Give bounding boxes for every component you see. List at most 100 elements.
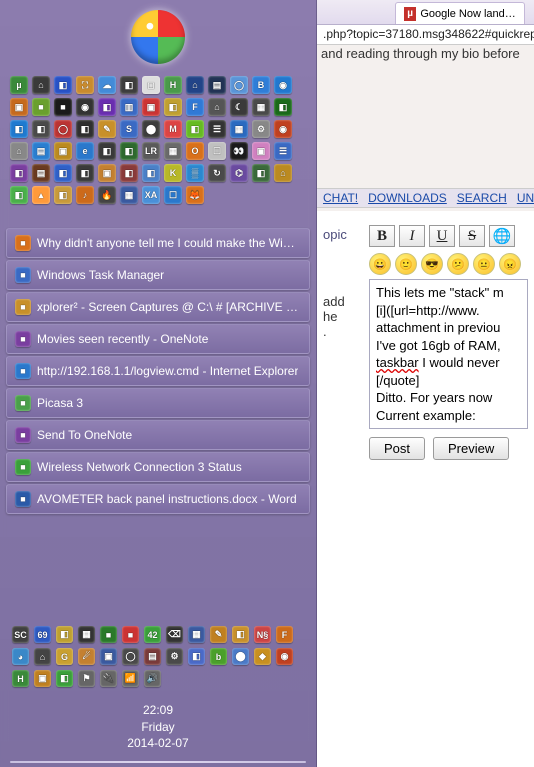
app-shortcut-8[interactable]: ⌂ <box>186 76 204 94</box>
tray-icon-12[interactable]: F <box>276 626 293 643</box>
tray-icon-14[interactable]: ⌂ <box>34 648 51 665</box>
app-shortcut-33[interactable]: M <box>164 120 182 138</box>
tray-icon-29[interactable]: ⚑ <box>78 670 95 687</box>
app-shortcut-4[interactable]: ☁ <box>98 76 116 94</box>
app-shortcut-42[interactable]: e <box>76 142 94 160</box>
app-shortcut-67[interactable]: ◧ <box>54 186 72 204</box>
app-shortcut-53[interactable]: ▤ <box>32 164 50 182</box>
tray-icon-16[interactable]: ☄ <box>78 648 95 665</box>
window-item-6[interactable]: ■Send To OneNote <box>6 420 310 450</box>
emoticon-1[interactable]: 🙂 <box>395 253 417 275</box>
tray-icon-18[interactable]: ◯ <box>122 648 139 665</box>
app-shortcut-34[interactable]: ◧ <box>186 120 204 138</box>
app-shortcut-10[interactable]: ◯ <box>230 76 248 94</box>
app-shortcut-28[interactable]: ◯ <box>54 120 72 138</box>
app-shortcut-38[interactable]: ◉ <box>274 120 292 138</box>
format-btn-bold[interactable]: B <box>369 225 395 247</box>
app-shortcut-30[interactable]: ✎ <box>98 120 116 138</box>
app-shortcut-45[interactable]: LR <box>142 142 160 160</box>
windows-orb-icon[interactable] <box>131 10 185 64</box>
app-shortcut-46[interactable]: ▦ <box>164 142 182 160</box>
app-shortcut-56[interactable]: ▣ <box>98 164 116 182</box>
app-shortcut-71[interactable]: XA <box>142 186 160 204</box>
post-editor[interactable]: This lets me "stack" m[i]([url=http://ww… <box>369 279 528 429</box>
app-shortcut-69[interactable]: 🔥 <box>98 186 116 204</box>
app-shortcut-2[interactable]: ◧ <box>54 76 72 94</box>
emoticon-0[interactable]: 😀 <box>369 253 391 275</box>
tray-icon-25[interactable]: ◉ <box>276 648 293 665</box>
tray-icon-1[interactable]: 69 <box>34 626 51 643</box>
tray-icon-10[interactable]: ◧ <box>232 626 249 643</box>
app-shortcut-61[interactable]: ↻ <box>208 164 226 182</box>
app-shortcut-27[interactable]: ◧ <box>32 120 50 138</box>
tray-icon-27[interactable]: ▣ <box>34 670 51 687</box>
tray-icon-2[interactable]: ◧ <box>56 626 73 643</box>
tray-icon-24[interactable]: ◆ <box>254 648 271 665</box>
app-shortcut-63[interactable]: ◧ <box>252 164 270 182</box>
preview-button[interactable]: Preview <box>433 437 509 460</box>
app-shortcut-5[interactable]: ◧ <box>120 76 138 94</box>
emoticon-5[interactable]: 😠 <box>499 253 521 275</box>
emoticon-4[interactable]: 😐 <box>473 253 495 275</box>
tray-icon-8[interactable]: ▦ <box>188 626 205 643</box>
app-shortcut-48[interactable]: ☐ <box>208 142 226 160</box>
app-shortcut-65[interactable]: ◧ <box>10 186 28 204</box>
tray-icon-5[interactable]: ■ <box>122 626 139 643</box>
app-shortcut-66[interactable]: ▴ <box>32 186 50 204</box>
app-shortcut-44[interactable]: ◧ <box>120 142 138 160</box>
tray-icon-31[interactable]: 📶 <box>122 670 139 687</box>
tray-icon-15[interactable]: G <box>56 648 73 665</box>
tray-icon-20[interactable]: ⚙ <box>166 648 183 665</box>
app-shortcut-23[interactable]: ☾ <box>230 98 248 116</box>
nav-link-search[interactable]: SEARCH <box>457 191 507 205</box>
tray-icon-0[interactable]: SC <box>12 626 29 643</box>
app-shortcut-43[interactable]: ◧ <box>98 142 116 160</box>
address-bar[interactable]: .php?topic=37180.msg348622#quickreply <box>317 25 534 45</box>
tray-icon-23[interactable]: ⬤ <box>232 648 249 665</box>
app-shortcut-55[interactable]: ◧ <box>76 164 94 182</box>
app-shortcut-47[interactable]: O <box>186 142 204 160</box>
format-btn-strike[interactable]: S <box>459 225 485 247</box>
app-shortcut-62[interactable]: ⌬ <box>230 164 248 182</box>
app-shortcut-15[interactable]: ■ <box>54 98 72 116</box>
app-shortcut-20[interactable]: ◧ <box>164 98 182 116</box>
app-shortcut-32[interactable]: ⬤ <box>142 120 160 138</box>
app-shortcut-35[interactable]: ☰ <box>208 120 226 138</box>
app-shortcut-73[interactable]: 🦊 <box>186 186 204 204</box>
app-shortcut-59[interactable]: K <box>164 164 182 182</box>
window-item-5[interactable]: ■Picasa 3 <box>6 388 310 418</box>
app-shortcut-13[interactable]: ▣ <box>10 98 28 116</box>
browser-tab[interactable]: µ Google Now lands o... <box>395 2 525 24</box>
app-shortcut-40[interactable]: ▤ <box>32 142 50 160</box>
tray-icon-4[interactable]: ■ <box>100 626 117 643</box>
app-shortcut-19[interactable]: ▣ <box>142 98 160 116</box>
window-item-3[interactable]: ■Movies seen recently - OneNote <box>6 324 310 354</box>
app-shortcut-36[interactable]: ▦ <box>230 120 248 138</box>
app-shortcut-7[interactable]: H <box>164 76 182 94</box>
tray-icon-26[interactable]: H <box>12 670 29 687</box>
format-btn-italic[interactable]: I <box>399 225 425 247</box>
tray-icon-17[interactable]: ▣ <box>100 648 117 665</box>
tray-icon-13[interactable]: ◕ <box>12 648 29 665</box>
tray-icon-11[interactable]: N§ <box>254 626 271 643</box>
tray-icon-32[interactable]: 🔊 <box>144 670 161 687</box>
app-shortcut-18[interactable]: ▥ <box>120 98 138 116</box>
tray-icon-28[interactable]: ◧ <box>56 670 73 687</box>
app-shortcut-51[interactable]: ☰ <box>274 142 292 160</box>
app-shortcut-37[interactable]: ⚙ <box>252 120 270 138</box>
app-shortcut-41[interactable]: ▣ <box>54 142 72 160</box>
window-item-8[interactable]: ■AVOMETER back panel instructions.docx -… <box>6 484 310 514</box>
tray-icon-6[interactable]: 42 <box>144 626 161 643</box>
app-shortcut-58[interactable]: ◧ <box>142 164 160 182</box>
tray-icon-30[interactable]: 🔌 <box>100 670 117 687</box>
app-shortcut-50[interactable]: ▣ <box>252 142 270 160</box>
app-shortcut-31[interactable]: S <box>120 120 138 138</box>
window-item-1[interactable]: ■Windows Task Manager <box>6 260 310 290</box>
app-shortcut-60[interactable]: ▒ <box>186 164 204 182</box>
app-shortcut-29[interactable]: ◧ <box>76 120 94 138</box>
window-item-7[interactable]: ■Wireless Network Connection 3 Status <box>6 452 310 482</box>
app-shortcut-11[interactable]: B <box>252 76 270 94</box>
app-shortcut-3[interactable]: ⛶ <box>76 76 94 94</box>
tray-icon-9[interactable]: ✎ <box>210 626 227 643</box>
app-shortcut-54[interactable]: ◧ <box>54 164 72 182</box>
